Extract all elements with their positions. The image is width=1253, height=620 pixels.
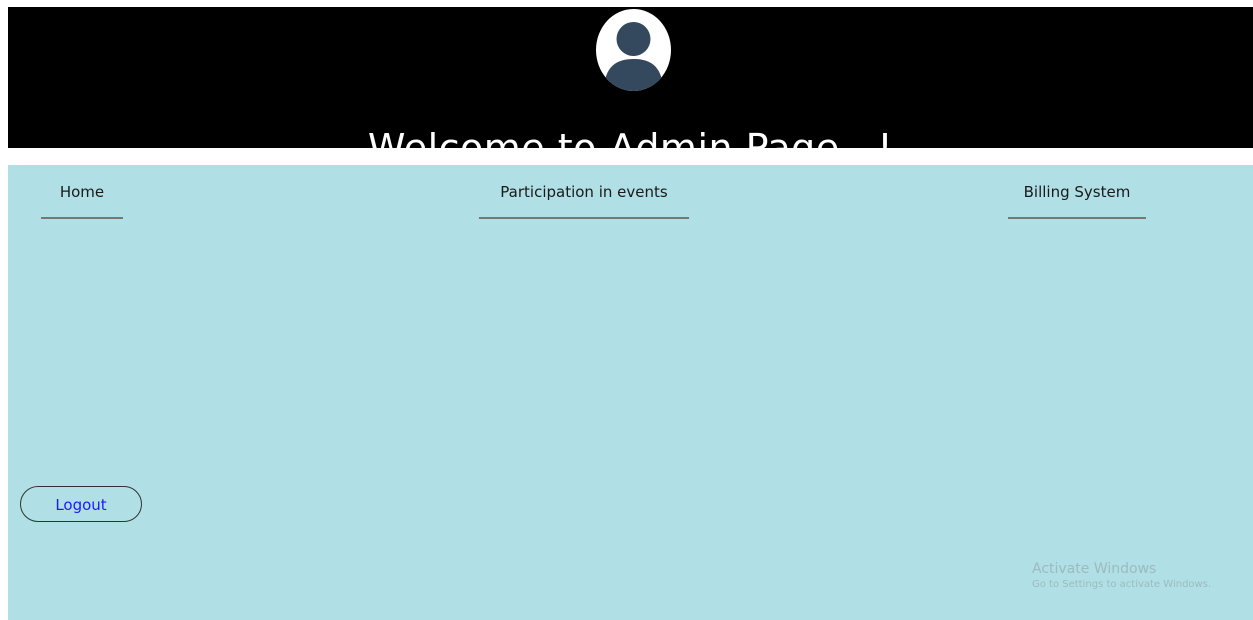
user-avatar-icon xyxy=(596,9,671,91)
main-content: Home Participation in events Billing Sys… xyxy=(8,165,1253,620)
nav-home-link[interactable]: Home xyxy=(41,183,123,219)
watermark-title: Activate Windows xyxy=(1032,561,1157,577)
logout-button[interactable]: Logout xyxy=(20,486,142,522)
nav-participation-link[interactable]: Participation in events xyxy=(479,183,689,219)
activate-windows-watermark: Activate Windows Go to Settings to activ… xyxy=(1032,560,1211,592)
nav-billing-link[interactable]: Billing System xyxy=(1008,183,1146,219)
watermark-subtitle: Go to Settings to activate Windows. xyxy=(1032,579,1212,590)
page-header: Welcome to Admin Page...! xyxy=(8,7,1253,170)
